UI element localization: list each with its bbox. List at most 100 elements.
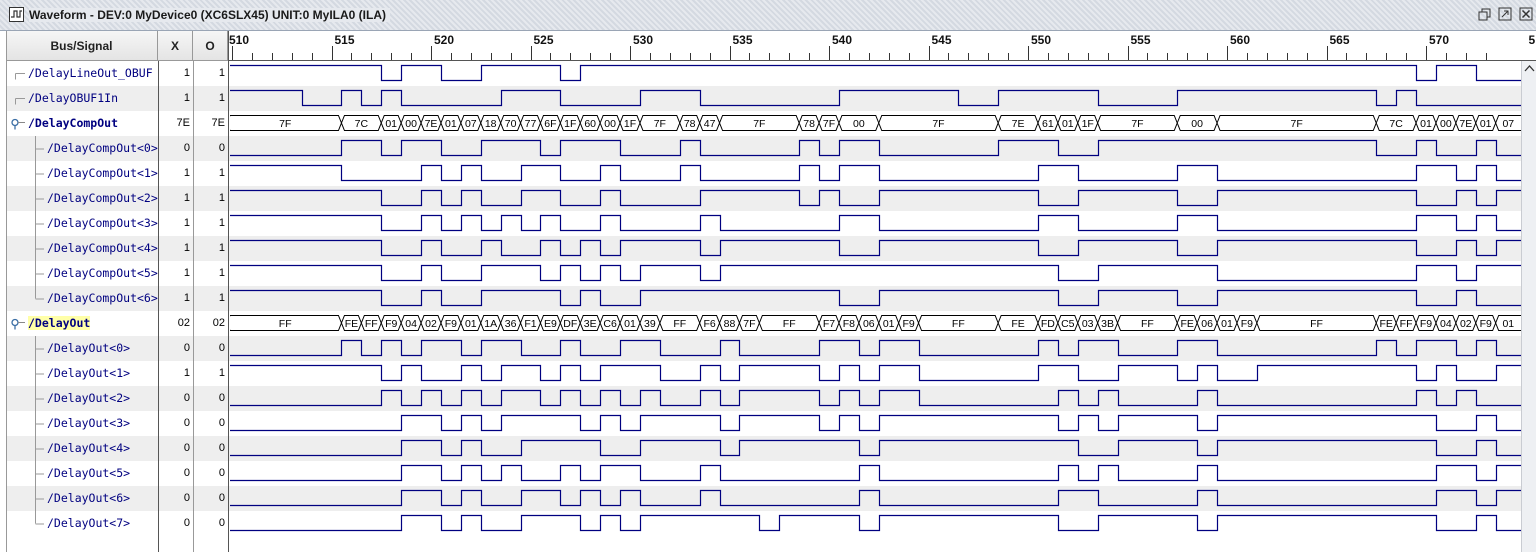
bus-segment-value: F6 xyxy=(703,318,715,330)
bus-segment-value: 00 xyxy=(1440,118,1452,130)
bus-segment-value: 1A xyxy=(484,318,497,330)
ruler-label: 530 xyxy=(633,33,653,47)
tree-connector xyxy=(35,161,44,186)
bus-segment-value: 70 xyxy=(505,118,517,130)
bus-segment-value: 47 xyxy=(704,118,716,130)
bus-segment-value: 7F xyxy=(1291,118,1303,130)
bus-segment-value: 7C xyxy=(1389,118,1403,130)
bit-waveform[interactable] xyxy=(229,214,1526,232)
bit-waveform[interactable] xyxy=(229,139,1526,157)
tree-connector xyxy=(35,436,44,461)
ruler-label: 535 xyxy=(733,33,753,47)
tree-connector xyxy=(35,461,44,486)
bus-segment-value: 01 xyxy=(465,318,477,330)
bus-segment-value: 7F xyxy=(753,118,765,130)
tree-expander[interactable] xyxy=(11,318,25,330)
tree-connector xyxy=(35,511,44,525)
tree-connector xyxy=(35,236,44,261)
bit-waveform[interactable] xyxy=(229,264,1526,282)
bus-segment-value: FF xyxy=(1310,318,1323,330)
tree-connector xyxy=(35,286,44,300)
bit-waveform[interactable] xyxy=(229,239,1526,257)
bit-waveform[interactable] xyxy=(229,339,1526,357)
bus-segment-value: 77 xyxy=(525,118,537,130)
bus-segment-value: 6F xyxy=(544,118,556,130)
bus-segment-value: FE xyxy=(1379,318,1392,330)
ruler-label: 525 xyxy=(534,33,554,47)
bus-segment-value: 60 xyxy=(584,118,596,130)
scroll-up-arrow-icon[interactable] xyxy=(1522,62,1536,76)
ruler-label: 555 xyxy=(1131,33,1151,47)
bus-segment-value: 7F xyxy=(279,118,291,130)
bit-waveform[interactable] xyxy=(229,64,1526,82)
bus-segment-value: 7C xyxy=(355,118,369,130)
bus-segment-value: 04 xyxy=(405,318,417,330)
bit-waveform[interactable] xyxy=(229,164,1526,182)
ruler-label: 545 xyxy=(932,33,952,47)
bus-segment-value: 02 xyxy=(1460,318,1472,330)
ruler-label: 560 xyxy=(1230,33,1250,47)
column-divider-o xyxy=(193,61,194,552)
bus-segment-value: 06 xyxy=(863,318,875,330)
bus-segment-value: FF xyxy=(279,318,292,330)
bus-segment-value: 00 xyxy=(853,118,865,130)
bit-waveform[interactable] xyxy=(229,189,1526,207)
bit-waveform[interactable] xyxy=(229,289,1526,307)
bus-segment-value: 00 xyxy=(1191,118,1203,130)
ruler-label: 540 xyxy=(832,33,852,47)
bus-segment-value: 7E xyxy=(1459,118,1472,130)
bus-segment-value: 1F xyxy=(1082,118,1094,130)
bus-segment-value: 36 xyxy=(505,318,517,330)
bit-waveform[interactable] xyxy=(229,464,1526,482)
bit-waveform[interactable] xyxy=(229,514,1526,532)
bus-segment-value: F9 xyxy=(1480,318,1492,330)
bit-waveform[interactable] xyxy=(229,89,1526,107)
bus-segment-value: 3B xyxy=(1101,318,1114,330)
panel-border xyxy=(6,31,7,552)
bus-segment-value: DF xyxy=(563,318,577,330)
bus-segment-value: C5 xyxy=(1061,318,1075,330)
bus-segment-value: 01 xyxy=(445,118,457,130)
bus-segment-value: FF xyxy=(365,318,378,330)
bus-segment-value: 06 xyxy=(1201,318,1213,330)
ruler-label: 520 xyxy=(434,33,454,47)
bus-segment-value: FF xyxy=(1400,318,1413,330)
tree-expander[interactable] xyxy=(11,118,25,130)
bus-segment-value: 7F xyxy=(743,318,755,330)
bit-waveform[interactable] xyxy=(229,414,1526,432)
bit-waveform[interactable] xyxy=(229,489,1526,507)
bit-waveform[interactable] xyxy=(229,364,1526,382)
bus-segment-value: 07 xyxy=(1502,118,1514,130)
bus-segment-value: E9 xyxy=(544,318,557,330)
waveform-area[interactable]: 510 515 520 525 530 535 540 545 550 555 560 565 570 5… xyxy=(0,0,1536,552)
bus-segment-value: 04 xyxy=(1440,318,1452,330)
ruler-label: 570 xyxy=(1429,33,1449,47)
bus-segment-value: 01 xyxy=(624,318,636,330)
bit-waveform[interactable] xyxy=(229,439,1526,457)
time-ruler[interactable]: 510 515 520 525 530 535 540 545 550 555 560 565 570 5 xyxy=(229,31,1536,61)
bus-waveform[interactable]: 7F 7C 01 00 7E 01 07 18 70 77 6F 1F 60 00 1F 7F 78 47 7F 78… xyxy=(227,115,1536,131)
bus-segment-value: FE xyxy=(345,318,358,330)
bus-segment-value: 01 xyxy=(1420,118,1432,130)
bus-segment-value: FF xyxy=(783,318,796,330)
bus-segment-value: 07 xyxy=(465,118,477,130)
bus-segment-value: F1 xyxy=(524,318,536,330)
bus-segment-value: F8 xyxy=(843,318,855,330)
bus-segment-value: F9 xyxy=(445,318,457,330)
vertical-scrollbar[interactable] xyxy=(1521,61,1536,552)
bus-segment-value: F9 xyxy=(902,318,914,330)
bus-segment-value: 00 xyxy=(604,118,616,130)
bus-segment-value: 01 xyxy=(385,118,397,130)
ruler-label: 510 xyxy=(229,33,249,47)
column-divider-x xyxy=(158,61,159,552)
ruler-label: 515 xyxy=(335,33,355,47)
bus-segment-value: 01 xyxy=(1062,118,1074,130)
bus-segment-value: FF xyxy=(1141,318,1154,330)
bus-waveform[interactable]: FF FE FF F9 04 02 F9 01 1A 36 F1 E9 DF 3E C6 01 39 FF F6 88… xyxy=(227,315,1536,331)
bit-waveform[interactable] xyxy=(229,389,1526,407)
bus-segment-value: 7F xyxy=(654,118,666,130)
tree-connector xyxy=(15,73,25,80)
bus-segment-value: 39 xyxy=(644,318,656,330)
ruler-label: 565 xyxy=(1330,33,1350,47)
bus-segment-value: F9 xyxy=(1241,318,1253,330)
